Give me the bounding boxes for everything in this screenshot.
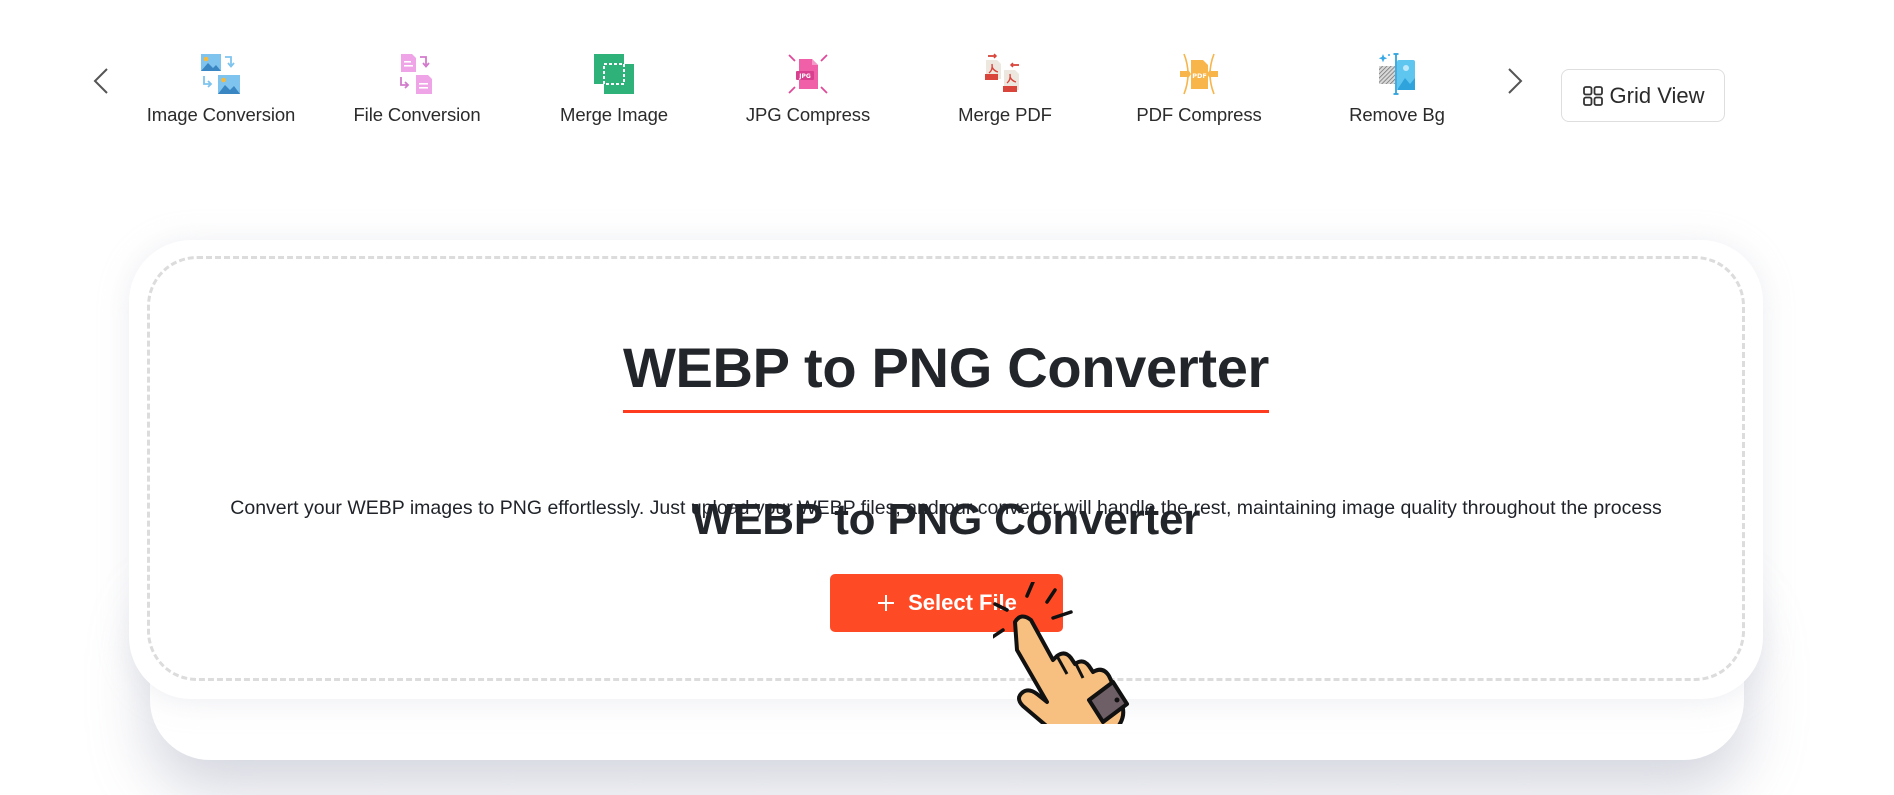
tool-remove-bg[interactable]: Remove Bg — [1302, 52, 1492, 128]
tool-jpg-compress[interactable]: JPG JPG Compress — [713, 52, 903, 128]
tool-image-conversion[interactable]: Image Conversion — [126, 52, 316, 128]
grid-icon — [1582, 85, 1603, 106]
tool-merge-image[interactable]: Merge Image — [519, 52, 709, 128]
svg-text:PDF: PDF — [1192, 72, 1207, 80]
carousel-next-button[interactable] — [1503, 66, 1527, 96]
chevron-right-icon — [1508, 68, 1523, 94]
upload-card: WEBP to PNG Converter WEBP to PNG Conver… — [129, 240, 1763, 699]
tool-label: File Conversion — [353, 104, 481, 125]
pointing-hand-icon — [993, 582, 1129, 724]
merge-image-icon — [594, 54, 634, 94]
jpg-compress-icon: JPG — [788, 54, 828, 94]
tool-label: Remove Bg — [1349, 104, 1445, 125]
tool-label: Merge Image — [560, 104, 668, 125]
image-conversion-icon — [201, 54, 240, 94]
tool-label: Merge PDF — [958, 104, 1052, 125]
svg-text:JPG: JPG — [798, 73, 811, 80]
tool-file-conversion[interactable]: File Conversion — [322, 52, 512, 128]
tool-label: JPG Compress — [745, 104, 871, 125]
grid-view-label: Grid View — [1609, 82, 1705, 108]
file-conversion-icon — [400, 54, 432, 94]
tool-label: Image Conversion — [146, 104, 296, 125]
page-title: WEBP to PNG Converter — [129, 340, 1763, 413]
converter-description: Convert your WEBP images to PNG effortle… — [230, 497, 1662, 519]
tool-merge-pdf[interactable]: Merge PDF — [910, 52, 1100, 128]
plus-icon — [878, 595, 895, 611]
page-title-text: WEBP to PNG Converter — [622, 340, 1269, 413]
grid-view-button[interactable]: Grid View — [1561, 69, 1725, 122]
merge-pdf-icon — [985, 53, 1019, 92]
remove-bg-icon — [1378, 53, 1415, 95]
tool-label: PDF Compress — [1136, 104, 1262, 125]
pdf-compress-icon: PDF — [1180, 53, 1218, 95]
tool-pdf-compress[interactable]: PDF PDF Compress — [1104, 52, 1294, 128]
chevron-left-icon — [93, 68, 108, 94]
carousel-prev-button[interactable] — [89, 66, 113, 96]
